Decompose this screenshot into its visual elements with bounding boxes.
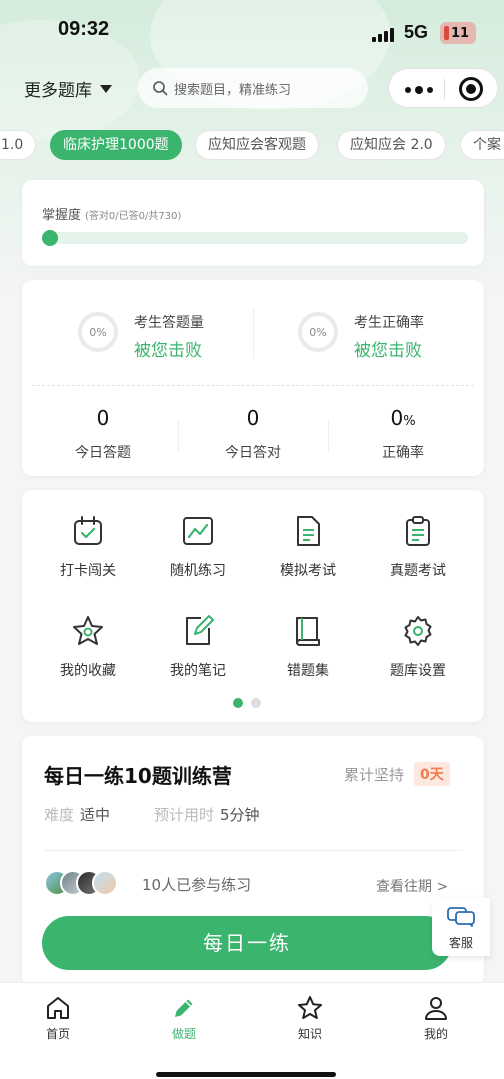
more-bank-label: 更多题库: [24, 81, 92, 101]
search-input[interactable]: 搜索题目，精准练习: [138, 68, 368, 108]
persist-label: 累计坚持: [344, 766, 405, 784]
star-icon: [73, 616, 103, 645]
bank-tabs: 1.0 临床护理1000题 应知应会客观题 应知应会 2.0 个案: [0, 130, 504, 160]
daily-practice-button[interactable]: 每日一练: [42, 916, 452, 970]
mastery-title: 掌握度: [42, 208, 82, 223]
customer-service-button[interactable]: 客服: [432, 898, 490, 956]
more-menu-icon[interactable]: [405, 86, 433, 94]
difficulty-info: 难度 适中: [44, 806, 111, 824]
divider: [32, 385, 474, 386]
tabbar-label: 首页: [45, 1027, 70, 1041]
mastery-progress-track: [42, 232, 468, 244]
persist-days-badge: 0天: [414, 762, 450, 786]
tab-item[interactable]: 1.0: [0, 130, 37, 160]
tab-item[interactable]: 应知应会 2.0: [337, 130, 446, 160]
today-answered-label: 今日答题: [75, 445, 131, 461]
network-type: 5G: [404, 22, 429, 42]
customer-service-label: 客服: [448, 936, 473, 950]
grid-label: 打卡闯关: [60, 563, 116, 579]
calendar-check-icon: [74, 516, 102, 545]
function-grid: 打卡闯关 随机练习 模拟考试 真题考试 我的收藏 我的笔记 错题集 题库设置: [22, 490, 484, 722]
book-icon: [296, 617, 320, 646]
mastery-label: 掌握度 (答对0/已答0/共730): [42, 204, 181, 223]
tabbar-label: 知识: [297, 1027, 322, 1041]
grid-label: 随机练习: [170, 563, 226, 579]
grid-item-real-exam[interactable]: 真题考试: [368, 514, 468, 580]
note-edit-icon: [186, 615, 214, 645]
tabbar-practice[interactable]: 做题: [154, 995, 214, 1042]
today-correct-value: 0: [246, 406, 260, 430]
battery-level: 11: [450, 25, 470, 41]
search-placeholder: 搜索题目，精准练习: [174, 82, 292, 98]
accuracy-value: 0%: [390, 406, 416, 430]
grid-label: 真题考试: [390, 563, 446, 579]
tab-item[interactable]: 应知应会客观题: [195, 130, 319, 160]
grid-item-notes[interactable]: 我的笔记: [148, 614, 248, 680]
grid-item-mock-exam[interactable]: 模拟考试: [258, 514, 358, 580]
grid-item-bank-settings[interactable]: 题库设置: [368, 614, 468, 680]
grid-label: 错题集: [287, 663, 329, 679]
grid-item-wrong-set[interactable]: 错题集: [258, 614, 358, 680]
stats-card: 0% 考生答题量 被您击败 0% 考生正确率 被您击败 0 今日答题 0 今日答…: [22, 280, 484, 476]
view-history-link[interactable]: 查看往期 >: [376, 876, 448, 896]
daily-title: 每日一练10题训练营: [44, 764, 232, 788]
bottom-tab-bar: 首页 做题 知识 我的: [0, 982, 504, 1079]
tabbar-home[interactable]: 首页: [28, 995, 88, 1042]
grid-label: 模拟考试: [280, 563, 336, 579]
more-bank-dropdown[interactable]: 更多题库: [24, 76, 112, 101]
mastery-card: 掌握度 (答对0/已答0/共730): [22, 180, 484, 266]
signal-icon: [372, 28, 394, 42]
participants-count: 10人已参与练习: [142, 876, 252, 894]
today-answered-value: 0: [96, 406, 110, 430]
top-header: 更多题库 搜索题目，精准练习: [0, 68, 504, 108]
tab-item-active[interactable]: 临床护理1000题: [50, 130, 182, 160]
status-bar: 09:32 5G 11: [0, 14, 504, 50]
accuracy-beaten: 被您击败: [354, 341, 422, 361]
tabbar-label: 我的: [423, 1027, 448, 1041]
home-indicator: [156, 1072, 336, 1077]
avatar: [92, 870, 118, 896]
home-icon: [47, 997, 69, 1019]
grid-pager: [233, 698, 261, 708]
time-info: 预计用时 5分钟: [154, 806, 260, 824]
mastery-progress-indicator: [42, 230, 58, 246]
status-time: 09:32: [58, 18, 110, 40]
chat-bubble-icon: [447, 907, 475, 927]
grid-item-favorites[interactable]: 我的收藏: [38, 614, 138, 680]
clipboard-icon: [406, 516, 430, 546]
tabbar-label: 做题: [171, 1027, 196, 1041]
battery-icon: 11: [440, 22, 476, 44]
today-correct-label: 今日答对: [225, 445, 281, 461]
grid-item-random[interactable]: 随机练习: [148, 514, 248, 580]
star-outline-icon: [298, 996, 322, 1019]
gear-icon: [404, 616, 432, 646]
document-icon: [297, 516, 320, 546]
pager-dot-active[interactable]: [233, 698, 243, 708]
pager-dot[interactable]: [251, 698, 261, 708]
accuracy-ring: 0%: [298, 312, 338, 352]
answer-count-title: 考生答题量: [134, 315, 204, 331]
accuracy-title: 考生正确率: [354, 315, 424, 331]
tabbar-knowledge[interactable]: 知识: [280, 995, 340, 1042]
search-icon: [153, 81, 168, 96]
tabbar-mine[interactable]: 我的: [406, 995, 466, 1042]
grid-label: 我的笔记: [170, 663, 226, 679]
miniprogram-capsule: [388, 68, 498, 108]
pencil-icon: [175, 999, 193, 1017]
grid-label: 我的收藏: [60, 663, 116, 679]
grid-item-checkin[interactable]: 打卡闯关: [38, 514, 138, 580]
close-target-icon[interactable]: [459, 77, 483, 101]
user-icon: [425, 997, 447, 1020]
tab-item[interactable]: 个案: [460, 130, 504, 160]
caret-down-icon: [100, 84, 112, 93]
accuracy-label: 正确率: [382, 445, 424, 461]
mastery-detail: (答对0/已答0/共730): [85, 211, 182, 222]
grid-label: 题库设置: [390, 663, 446, 679]
answer-count-beaten: 被您击败: [134, 341, 202, 361]
answer-count-ring: 0%: [78, 312, 118, 352]
daily-practice-card: 每日一练10题训练营 累计坚持 0天 难度 适中 预计用时 5分钟 10人已参与练习…: [22, 736, 484, 986]
chart-line-icon: [183, 517, 213, 545]
